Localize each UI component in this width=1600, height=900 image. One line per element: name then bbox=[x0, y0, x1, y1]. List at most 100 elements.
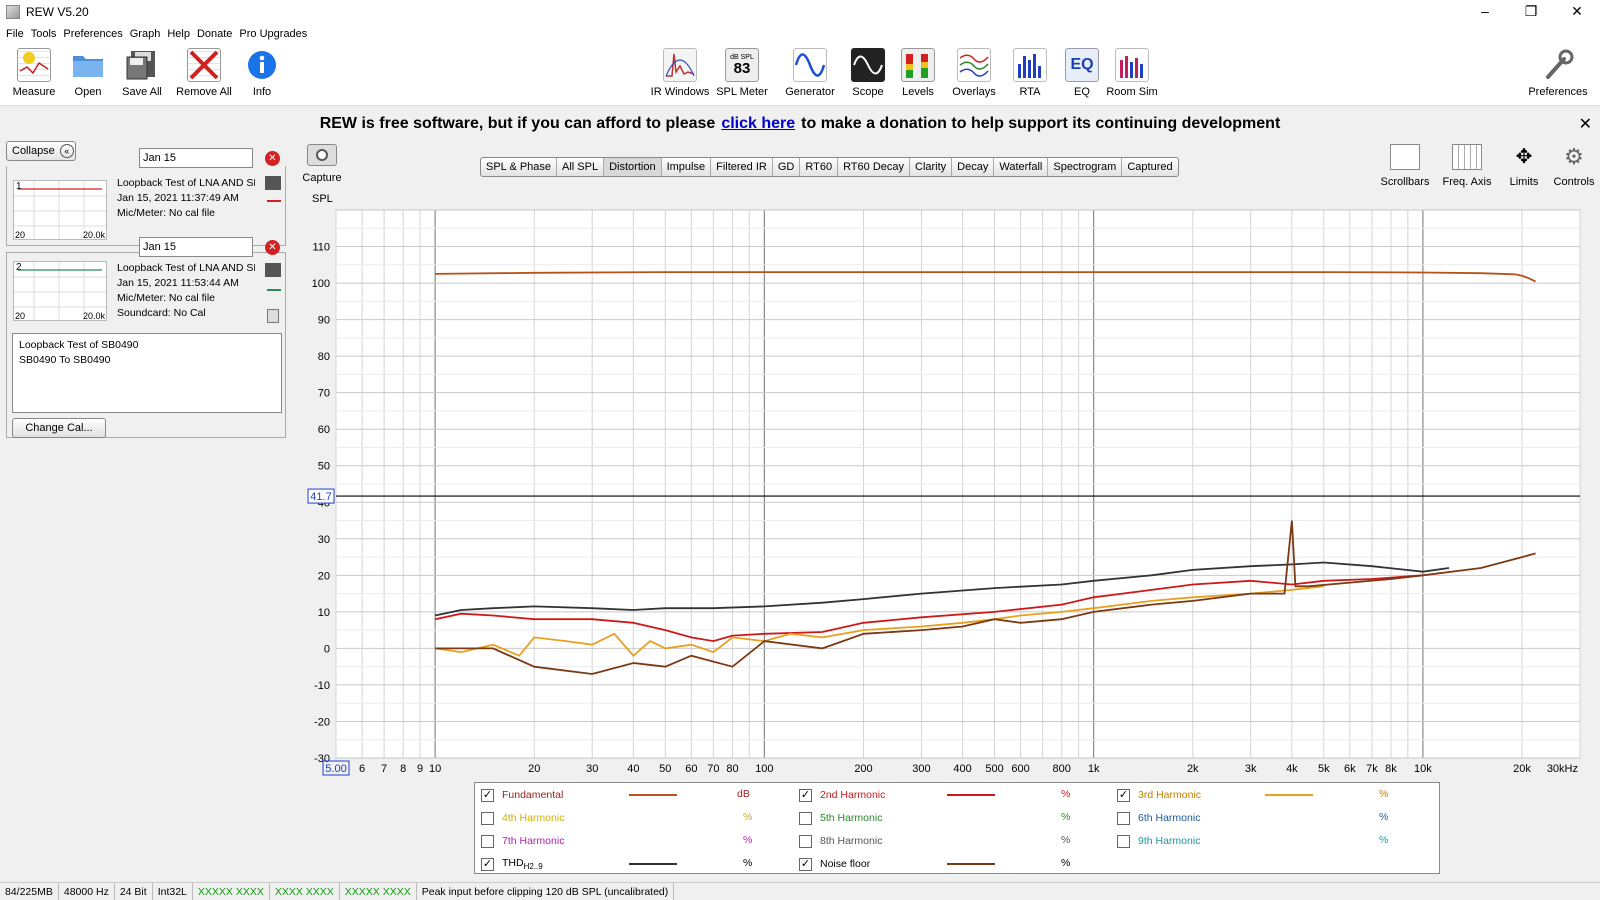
x-tick-label: 10k bbox=[1414, 763, 1432, 775]
legend-checkbox-noise-floor[interactable]: ✓ bbox=[799, 857, 812, 871]
legend-unit-fundamental: dB bbox=[737, 788, 750, 800]
x-tick-label: 2k bbox=[1187, 763, 1199, 775]
legend-label-fundamental: Fundamental bbox=[502, 789, 564, 801]
legend-item-7th-harmonic: 7th Harmonic% bbox=[481, 833, 781, 849]
x-tick-label: 5k bbox=[1318, 763, 1330, 775]
legend-label-noise-floor: Noise floor bbox=[820, 858, 871, 870]
x-tick-label: 20k bbox=[1513, 763, 1531, 775]
x-tick-label: 400 bbox=[953, 763, 971, 775]
status-bar: 84/225MB 48000 Hz 24 Bit Int32L XXXXX XX… bbox=[0, 882, 1600, 900]
x-tick-label: 200 bbox=[854, 763, 872, 775]
x-tick-label: 7 bbox=[381, 763, 387, 775]
legend-unit-6th-harmonic: % bbox=[1379, 811, 1389, 823]
y-tick-label: -20 bbox=[314, 716, 330, 728]
x-tick-label: 8 bbox=[400, 763, 406, 775]
y-tick-label: 70 bbox=[318, 388, 330, 400]
status-input-meter-1: XXXXX XXXX bbox=[193, 883, 270, 900]
x-tick-label: 8k bbox=[1385, 763, 1397, 775]
x-tick-label: 300 bbox=[912, 763, 930, 775]
legend-item-thd: ✓ THDH2..9% bbox=[481, 856, 781, 872]
x-tick-label: 20 bbox=[528, 763, 540, 775]
x-tick-label: 60 bbox=[685, 763, 697, 775]
legend-item-9th-harmonic: 9th Harmonic% bbox=[1117, 833, 1417, 849]
legend-unit-7th-harmonic: % bbox=[743, 834, 753, 846]
legend-checkbox-7th-harmonic[interactable] bbox=[481, 834, 494, 848]
legend-swatch-noise-floor bbox=[947, 863, 995, 865]
x-tick-label: 9 bbox=[417, 763, 423, 775]
legend-label-thd: THDH2..9 bbox=[502, 856, 543, 872]
y-tick-label: -10 bbox=[314, 680, 330, 692]
distortion-chart[interactable]: -30-20-100102030405060708090100110SPL5.0… bbox=[0, 0, 1600, 900]
legend-item-fundamental: ✓ Fundamental dB bbox=[481, 787, 781, 803]
y-tick-label: 20 bbox=[318, 570, 330, 582]
status-peak-input: Peak input before clipping 120 dB SPL (u… bbox=[417, 883, 675, 900]
x-tick-label: 5.00 bbox=[325, 763, 346, 775]
legend-label-8th-harmonic: 8th Harmonic bbox=[820, 835, 883, 847]
legend-unit-9th-harmonic: % bbox=[1379, 834, 1389, 846]
status-sample-rate: 48000 Hz bbox=[59, 883, 115, 900]
legend-label-6th-harmonic: 6th Harmonic bbox=[1138, 812, 1201, 824]
y-axis-label: SPL bbox=[312, 193, 333, 205]
x-tick-label: 70 bbox=[707, 763, 719, 775]
legend-unit-3rd-harmonic: % bbox=[1379, 788, 1389, 800]
legend-item-8th-harmonic: 8th Harmonic% bbox=[799, 833, 1099, 849]
rew-window: REW V5.20 – ❐ ✕ File Tools Preferences G… bbox=[0, 0, 1600, 900]
y-tick-label: 10 bbox=[318, 607, 330, 619]
status-bit-depth: 24 Bit bbox=[115, 883, 153, 900]
x-tick-label: 30 bbox=[586, 763, 598, 775]
x-tick-label: 6 bbox=[359, 763, 365, 775]
y-tick-label: 60 bbox=[318, 424, 330, 436]
status-memory[interactable]: 84/225MB bbox=[0, 883, 59, 900]
y-tick-label: 0 bbox=[324, 643, 330, 655]
legend-item-5th-harmonic: 5th Harmonic% bbox=[799, 810, 1099, 826]
legend-swatch-fundamental bbox=[629, 794, 677, 796]
status-input-meter-2: XXXX XXXX bbox=[270, 883, 340, 900]
legend-swatch-2nd-harmonic bbox=[947, 794, 995, 796]
legend-item-6th-harmonic: 6th Harmonic% bbox=[1117, 810, 1417, 826]
legend-checkbox-5th-harmonic[interactable] bbox=[799, 811, 812, 825]
x-tick-label: 6k bbox=[1344, 763, 1356, 775]
legend-label-4th-harmonic: 4th Harmonic bbox=[502, 812, 565, 824]
legend-label-3rd-harmonic: 3rd Harmonic bbox=[1138, 789, 1202, 801]
cursor-value-label: 41.7 bbox=[310, 491, 331, 503]
legend-label-9th-harmonic: 9th Harmonic bbox=[1138, 835, 1201, 847]
x-tick-label: 600 bbox=[1011, 763, 1029, 775]
legend-checkbox-9th-harmonic[interactable] bbox=[1117, 834, 1130, 848]
legend-label-5th-harmonic: 5th Harmonic bbox=[820, 812, 883, 824]
status-input-meter-3: XXXXX XXXX bbox=[340, 883, 417, 900]
y-tick-label: 110 bbox=[312, 242, 330, 254]
x-tick-label: 40 bbox=[627, 763, 639, 775]
x-tick-label: 500 bbox=[985, 763, 1003, 775]
legend-checkbox-2nd-harmonic[interactable]: ✓ bbox=[799, 788, 812, 802]
legend-item-4th-harmonic: 4th Harmonic% bbox=[481, 810, 781, 826]
legend-swatch-3rd-harmonic bbox=[1265, 794, 1313, 796]
legend-label-7th-harmonic: 7th Harmonic bbox=[502, 835, 565, 847]
status-format: Int32L bbox=[153, 883, 193, 900]
legend-unit-2nd-harmonic: % bbox=[1061, 788, 1071, 800]
legend-unit-8th-harmonic: % bbox=[1061, 834, 1071, 846]
legend-unit-5th-harmonic: % bbox=[1061, 811, 1071, 823]
legend-swatch-thd bbox=[629, 863, 677, 865]
x-tick-label: 4k bbox=[1286, 763, 1298, 775]
legend-checkbox-thd[interactable]: ✓ bbox=[481, 857, 494, 871]
legend-checkbox-fundamental[interactable]: ✓ bbox=[481, 788, 494, 802]
x-tick-label: 800 bbox=[1053, 763, 1071, 775]
legend-checkbox-8th-harmonic[interactable] bbox=[799, 834, 812, 848]
x-tick-label: 1k bbox=[1088, 763, 1100, 775]
x-tick-label: 7k bbox=[1366, 763, 1378, 775]
legend-checkbox-4th-harmonic[interactable] bbox=[481, 811, 494, 825]
x-tick-label: 100 bbox=[755, 763, 773, 775]
graph-legend: ✓ Fundamental dB ✓ 2nd Harmonic% ✓ 3rd Harmoni… bbox=[474, 782, 1440, 874]
legend-checkbox-3rd-harmonic[interactable]: ✓ bbox=[1117, 788, 1130, 802]
legend-sub-thd: H2..9 bbox=[523, 862, 543, 872]
legend-unit-4th-harmonic: % bbox=[743, 811, 753, 823]
legend-checkbox-6th-harmonic[interactable] bbox=[1117, 811, 1130, 825]
legend-unit-noise-floor: % bbox=[1061, 857, 1071, 869]
legend-label-2nd-harmonic: 2nd Harmonic bbox=[820, 789, 886, 801]
y-tick-label: 90 bbox=[318, 315, 330, 327]
x-tick-label: 80 bbox=[726, 763, 738, 775]
legend-item-3rd-harmonic: ✓ 3rd Harmonic% bbox=[1117, 787, 1417, 803]
y-tick-label: 50 bbox=[318, 461, 330, 473]
x-tick-label: 30kHz bbox=[1547, 763, 1578, 775]
legend-item-noise-floor: ✓ Noise floor% bbox=[799, 856, 1099, 872]
